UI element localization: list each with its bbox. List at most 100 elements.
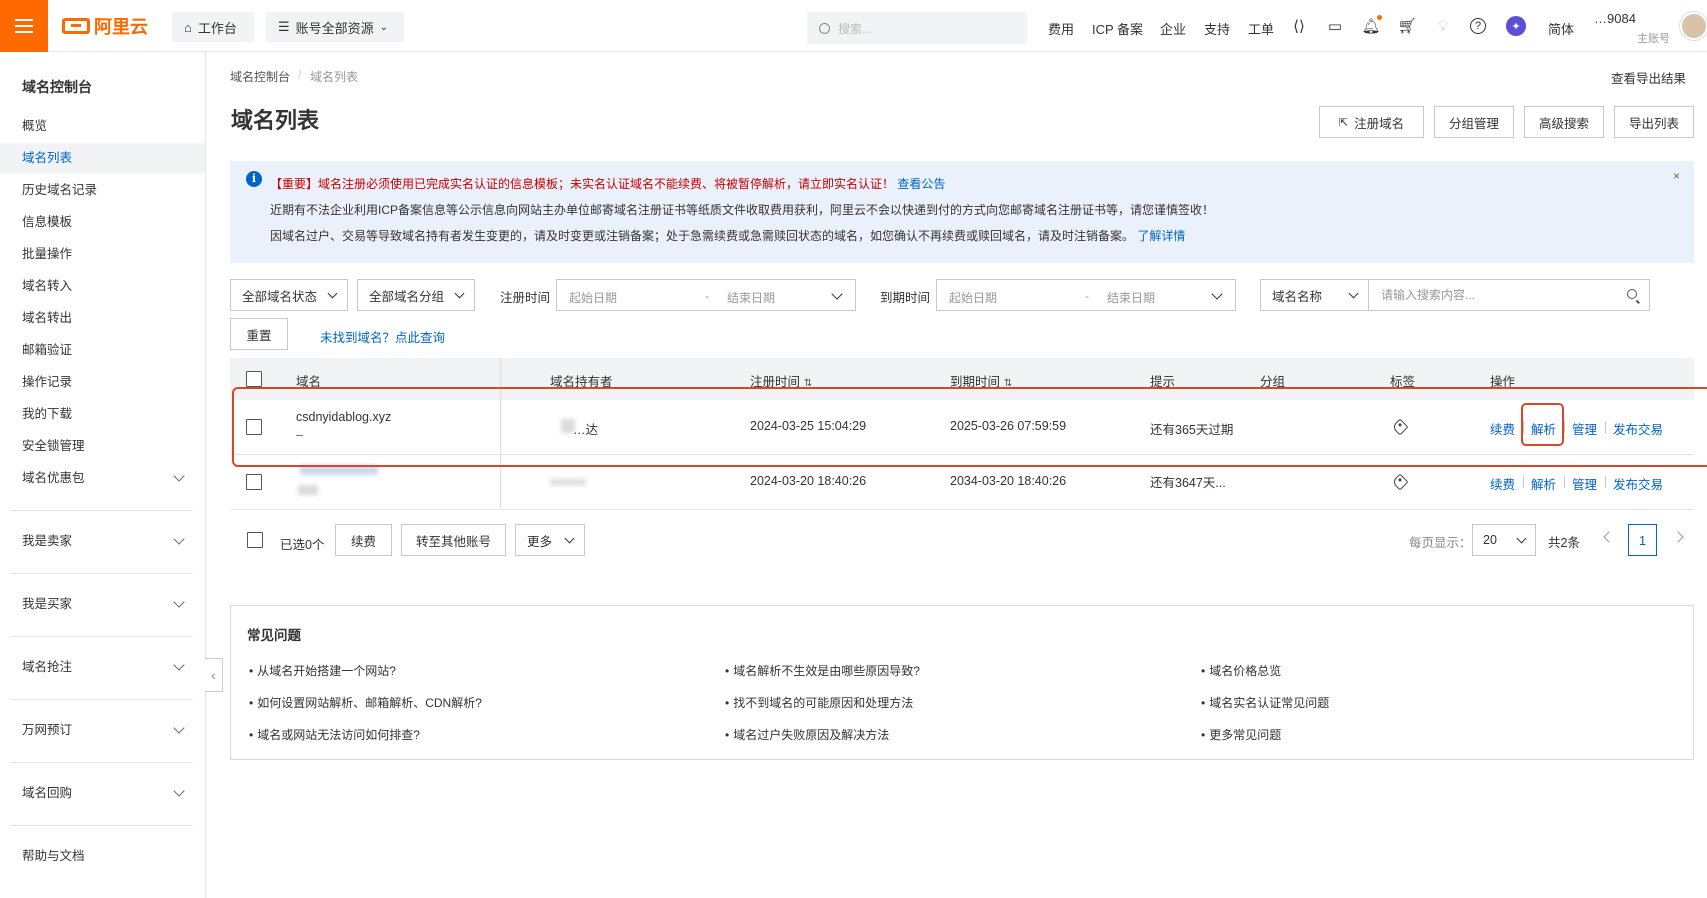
exp-start-date[interactable]: 起始日期 bbox=[949, 289, 997, 306]
chevron-down-icon bbox=[173, 785, 185, 797]
language-switch[interactable]: 简体 bbox=[1548, 19, 1574, 38]
th-reg-time[interactable]: 注册时间 ⇅ bbox=[750, 371, 812, 390]
sidebar-item-security-lock[interactable]: 安全锁管理 bbox=[0, 431, 205, 461]
prev-page-icon[interactable] bbox=[1603, 531, 1615, 543]
next-page-icon[interactable] bbox=[1672, 531, 1684, 543]
faq-link[interactable]: 如何设置网站解析、邮箱解析、CDN解析? bbox=[249, 694, 482, 711]
terminal-icon[interactable]: ▭ bbox=[1326, 17, 1344, 35]
faq-link[interactable]: 域名实名认证常见问题 bbox=[1201, 694, 1329, 711]
faq-link[interactable]: 域名过户失败原因及解决方法 bbox=[725, 726, 889, 743]
list-icon: ☰ bbox=[278, 19, 290, 34]
export-list-button[interactable]: 导出列表 bbox=[1614, 106, 1694, 138]
sidebar-collapse-button[interactable]: ‹ bbox=[205, 658, 223, 692]
global-search-input[interactable]: 搜索... bbox=[807, 12, 1027, 44]
manage-link[interactable]: 管理 bbox=[1572, 474, 1597, 493]
sidebar-item-templates[interactable]: 信息模板 bbox=[0, 207, 205, 237]
learn-more-link[interactable]: 了解详情 bbox=[1137, 229, 1185, 243]
faq-more-link[interactable]: 更多常见问题 bbox=[1201, 726, 1281, 743]
faq-link[interactable]: 从域名开始搭建一个网站? bbox=[249, 662, 396, 679]
sidebar-item-op-log[interactable]: 操作记录 bbox=[0, 367, 205, 397]
resources-dropdown[interactable]: ☰ 账号全部资源 ⌄ bbox=[266, 12, 404, 42]
sidebar-item-history[interactable]: 历史域名记录 bbox=[0, 175, 205, 205]
row-checkbox[interactable] bbox=[246, 474, 262, 490]
tag-icon[interactable] bbox=[1391, 418, 1409, 436]
page-number-current[interactable]: 1 bbox=[1628, 524, 1657, 556]
sidebar-group-snapup[interactable]: 域名抢注 bbox=[0, 652, 205, 682]
notification-dot bbox=[1377, 15, 1382, 20]
reg-date-range-picker[interactable]: 起始日期 - 结束日期 bbox=[556, 279, 856, 311]
top-link-icp[interactable]: ICP 备案 bbox=[1092, 19, 1143, 38]
sidebar-item-domain-list[interactable]: 域名列表 bbox=[0, 143, 205, 173]
bulb-icon[interactable]: 💡︎ bbox=[1434, 17, 1452, 35]
th-exp-time-label: 到期时间 bbox=[950, 375, 1001, 389]
planet-icon[interactable]: ✦ bbox=[1506, 16, 1526, 36]
transfer-account-button[interactable]: 转至其他账号 bbox=[401, 524, 506, 556]
exp-date-range-picker[interactable]: 起始日期 - 结束日期 bbox=[936, 279, 1236, 311]
avatar[interactable] bbox=[1680, 12, 1707, 40]
reg-start-date[interactable]: 起始日期 bbox=[569, 289, 617, 306]
sidebar-group-buyback[interactable]: 域名回购 bbox=[0, 778, 205, 808]
code-icon[interactable]: ⟨⟩ bbox=[1290, 17, 1308, 35]
more-actions-dropdown[interactable]: 更多 bbox=[515, 524, 585, 556]
renew-link[interactable]: 续费 bbox=[1490, 474, 1515, 493]
reset-button[interactable]: 重置 bbox=[230, 318, 288, 350]
search-field-select[interactable]: 域名名称 bbox=[1260, 279, 1369, 311]
bulk-select-checkbox[interactable] bbox=[247, 532, 263, 548]
sidebar-item-batch[interactable]: 批量操作 bbox=[0, 239, 205, 269]
top-link-enterprise[interactable]: 企业 bbox=[1160, 19, 1186, 38]
register-domain-button[interactable]: ⇱ 注册域名 bbox=[1319, 106, 1424, 138]
faq-link[interactable]: 域名价格总览 bbox=[1201, 662, 1281, 679]
publish-trade-link[interactable]: 发布交易 bbox=[1613, 419, 1663, 438]
workbench-button[interactable]: ⌂ 工作台 bbox=[172, 12, 254, 42]
view-announcement-link[interactable]: 查看公告 bbox=[897, 177, 945, 191]
user-id[interactable]: …9084 bbox=[1594, 11, 1636, 26]
export-result-link[interactable]: 查看导出结果 bbox=[1611, 68, 1686, 87]
renew-link[interactable]: 续费 bbox=[1490, 419, 1515, 438]
bulk-renew-button[interactable]: 续费 bbox=[335, 524, 392, 556]
reg-time: 2024-03-20 18:40:26 bbox=[750, 474, 867, 488]
sidebar-item-overview[interactable]: 概览 bbox=[0, 111, 205, 141]
advanced-search-button[interactable]: 高级搜索 bbox=[1524, 106, 1604, 138]
sidebar-item-help-docs[interactable]: 帮助与文档 bbox=[0, 841, 205, 871]
exp-end-date[interactable]: 结束日期 bbox=[1107, 289, 1155, 306]
faq-link[interactable]: 找不到域名的可能原因和处理方法 bbox=[725, 694, 913, 711]
help-icon[interactable]: ? bbox=[1470, 18, 1486, 34]
sidebar-group-seller[interactable]: 我是卖家 bbox=[0, 526, 205, 556]
faq-link[interactable]: 域名或网站无法访问如何排查? bbox=[249, 726, 420, 743]
manage-link[interactable]: 管理 bbox=[1572, 419, 1597, 438]
top-link-billing[interactable]: 费用 bbox=[1048, 19, 1074, 38]
sidebar-item-downloads[interactable]: 我的下载 bbox=[0, 399, 205, 429]
sidebar-item-discount-pack[interactable]: 域名优惠包 bbox=[0, 463, 205, 493]
close-icon[interactable]: × bbox=[1673, 169, 1680, 183]
group-filter-select[interactable]: 全部域名分组 bbox=[357, 279, 475, 311]
aliyun-logo[interactable]: 阿里云 bbox=[62, 15, 148, 37]
reg-end-date[interactable]: 结束日期 bbox=[727, 289, 775, 306]
search-icon[interactable] bbox=[1627, 289, 1637, 299]
not-found-query-link[interactable]: 未找到域名？点此查询 bbox=[320, 327, 445, 346]
domain-redacted[interactable] bbox=[300, 465, 378, 475]
domain-name-link[interactable]: csdnyidablog.xyz bbox=[296, 410, 391, 424]
domain-search-input[interactable] bbox=[1369, 280, 1619, 310]
cart-icon[interactable]: 🛒︎ bbox=[1397, 17, 1416, 35]
sidebar-item-transfer-out[interactable]: 域名转出 bbox=[0, 303, 205, 333]
resolve-link[interactable]: 解析 bbox=[1531, 474, 1556, 493]
faq-link[interactable]: 域名解析不生效是由哪些原因导致? bbox=[725, 662, 920, 679]
breadcrumb-item-console[interactable]: 域名控制台 bbox=[230, 68, 290, 85]
tag-icon[interactable] bbox=[1391, 473, 1409, 491]
resolve-link[interactable]: 解析 bbox=[1531, 419, 1556, 438]
sidebar-item-email-verify[interactable]: 邮箱验证 bbox=[0, 335, 205, 365]
group-manage-button[interactable]: 分组管理 bbox=[1434, 106, 1514, 138]
page-size-select[interactable]: 20 bbox=[1472, 524, 1536, 556]
row-checkbox[interactable] bbox=[246, 419, 262, 435]
sidebar-item-transfer-in[interactable]: 域名转入 bbox=[0, 271, 205, 301]
publish-trade-link[interactable]: 发布交易 bbox=[1613, 474, 1663, 493]
top-link-support[interactable]: 支持 bbox=[1204, 19, 1230, 38]
menu-icon[interactable] bbox=[0, 0, 48, 52]
th-exp-time[interactable]: 到期时间 ⇅ bbox=[950, 371, 1012, 390]
sidebar-group-buyer[interactable]: 我是买家 bbox=[0, 589, 205, 619]
select-all-checkbox[interactable] bbox=[246, 371, 262, 387]
divider bbox=[10, 510, 193, 511]
sidebar-group-preorder[interactable]: 万网预订 bbox=[0, 715, 205, 745]
top-link-ticket[interactable]: 工单 bbox=[1248, 19, 1274, 38]
status-filter-select[interactable]: 全部域名状态 bbox=[230, 279, 348, 311]
